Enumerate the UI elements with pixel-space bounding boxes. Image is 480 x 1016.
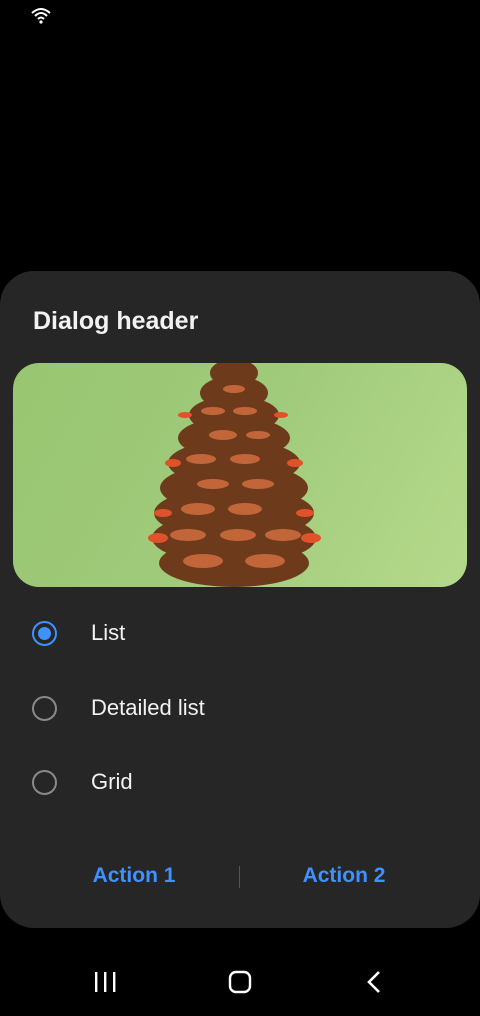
option-list[interactable]: List bbox=[0, 600, 480, 670]
recent-apps-icon[interactable] bbox=[85, 966, 125, 998]
dialog-actions: Action 1 Action 2 bbox=[0, 851, 480, 901]
option-label: List bbox=[91, 620, 126, 645]
home-icon[interactable] bbox=[220, 966, 260, 998]
status-bar bbox=[0, 0, 480, 32]
option-grid[interactable]: Grid bbox=[0, 749, 480, 819]
back-icon[interactable] bbox=[355, 966, 395, 998]
pinecone-image bbox=[13, 363, 467, 587]
radio-unchecked-icon[interactable] bbox=[32, 770, 57, 795]
option-label: Grid bbox=[91, 769, 133, 794]
wifi-icon bbox=[31, 8, 51, 24]
radio-checked-icon[interactable] bbox=[32, 621, 57, 646]
navigation-bar bbox=[0, 948, 480, 1016]
option-label: Detailed list bbox=[91, 695, 205, 720]
action-1-button[interactable]: Action 1 bbox=[34, 851, 234, 901]
action-2-button[interactable]: Action 2 bbox=[244, 851, 444, 901]
option-detailed-list[interactable]: Detailed list bbox=[0, 675, 480, 745]
action-divider bbox=[239, 866, 240, 888]
radio-unchecked-icon[interactable] bbox=[32, 696, 57, 721]
dialog-title: Dialog header bbox=[33, 307, 199, 335]
dialog: Dialog header List Detailed list Grid Ac… bbox=[0, 271, 480, 928]
